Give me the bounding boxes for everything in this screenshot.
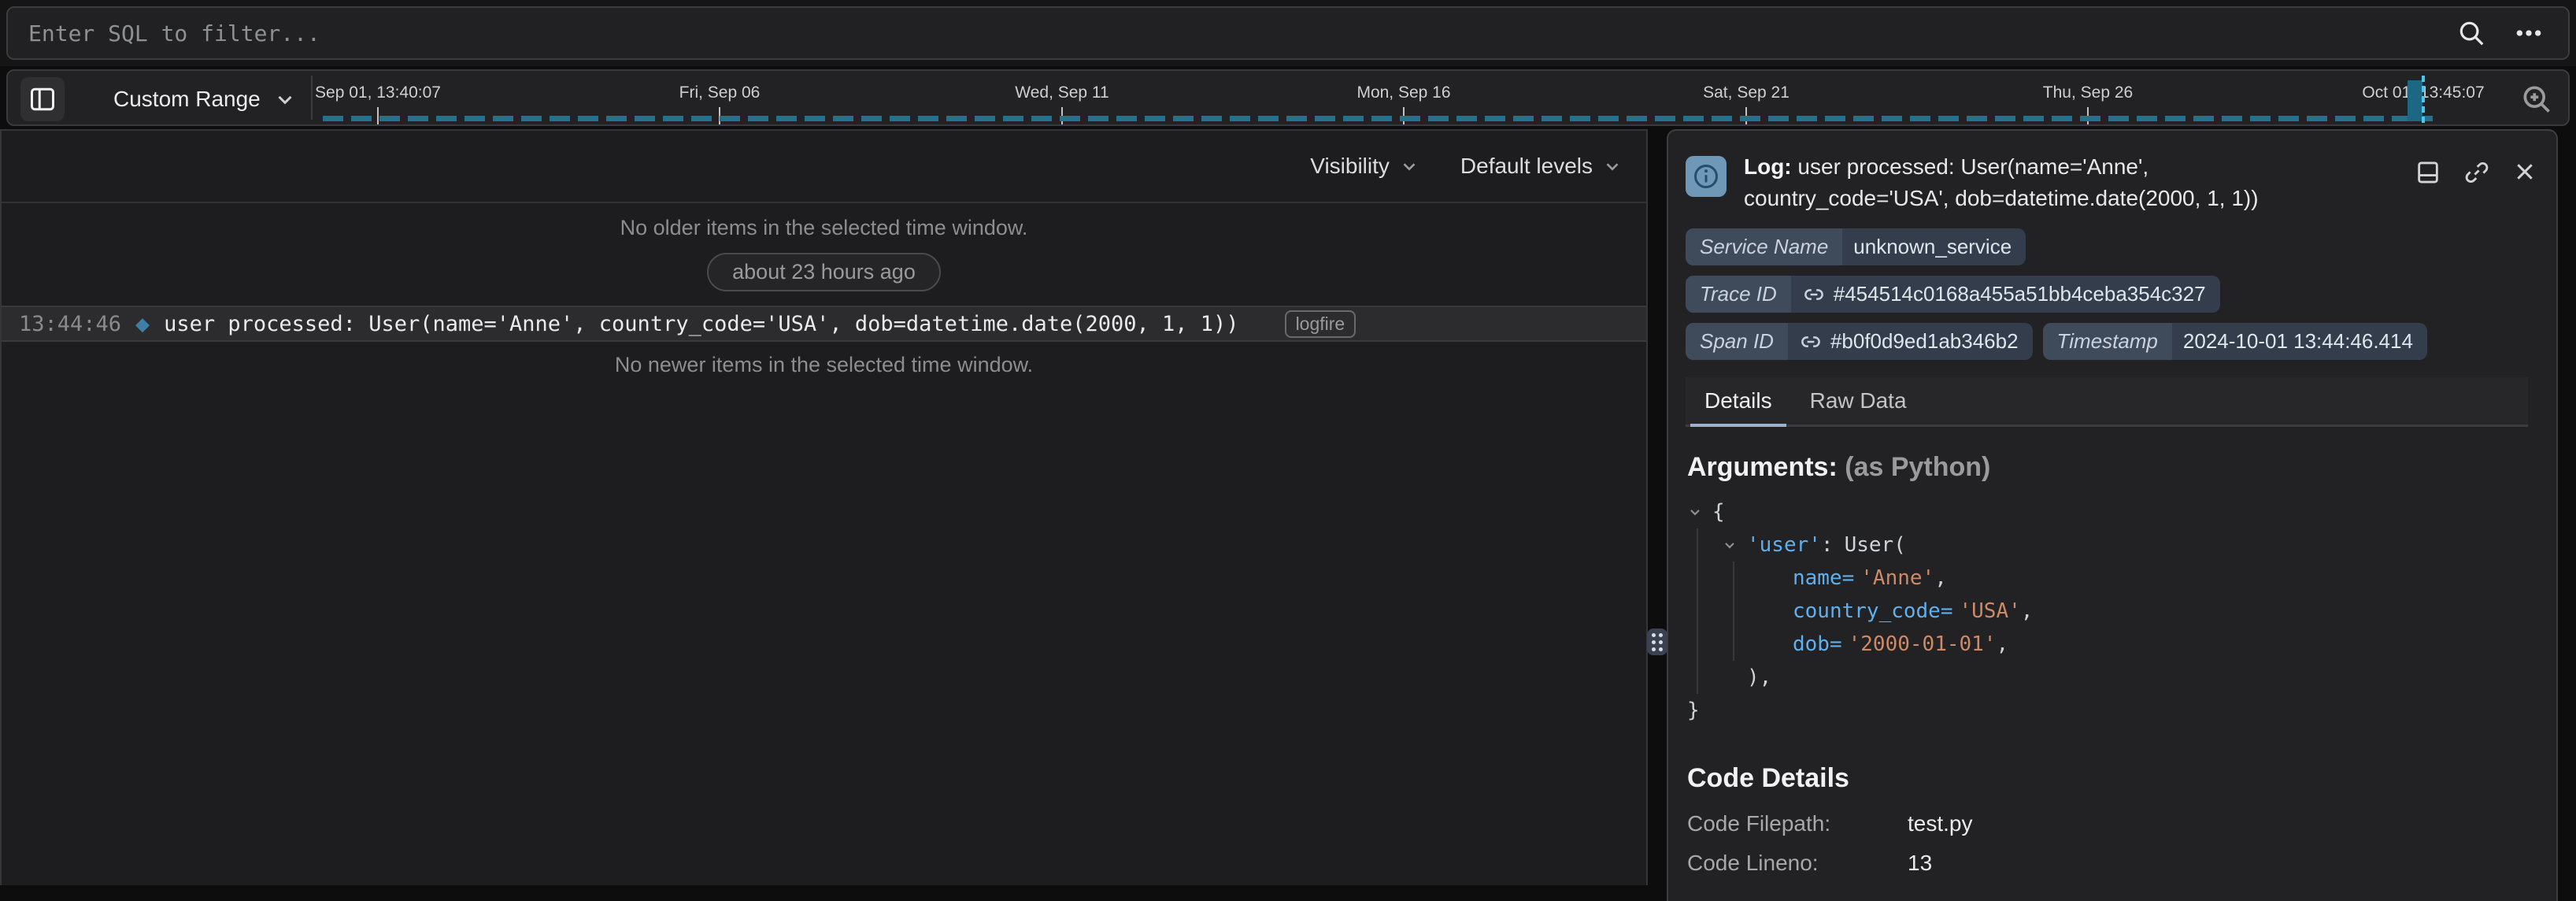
detail-title: Log: user processed: User(name='Anne', c… [1744, 151, 2352, 214]
default-levels-dropdown[interactable]: Default levels [1460, 154, 1623, 179]
chevron-down-icon [1399, 156, 1419, 176]
timeline-label: Wed, Sep 11 [1015, 83, 1108, 102]
code-close-brace: } [1687, 699, 1700, 722]
link-icon [1802, 283, 1826, 306]
sql-filter-placeholder: Enter SQL to filter... [28, 20, 2456, 46]
code-country-key: country_code= [1793, 599, 1953, 623]
code-user-sep: : [1821, 533, 1834, 557]
sidebar-toggle-icon[interactable] [20, 77, 65, 121]
service-name-badge: Service Name unknown_service [1686, 228, 2026, 265]
list-toolbar: Visibility Default levels [2, 131, 1646, 203]
no-older-items-note: No older items in the selected time wind… [2, 216, 1646, 240]
trace-id-badge-label: Trace ID [1686, 276, 1791, 313]
span-id-badge-value: #b0f0d9ed1ab346b2 [1830, 329, 2019, 354]
collapse-caret-icon[interactable] [1722, 537, 1747, 553]
visibility-dropdown[interactable]: Visibility [1310, 154, 1419, 179]
details-panel-layout-icon[interactable] [2415, 159, 2441, 186]
panel-resize-handle[interactable] [1647, 628, 1667, 655]
timeline-label: Mon, Sep 16 [1356, 83, 1450, 102]
trace-id-badge[interactable]: Trace ID #454514c0168a455a51bb4ceba354c3… [1686, 276, 2220, 313]
code-name-key: name= [1793, 566, 1854, 590]
code-lineno-label: Code Lineno: [1687, 851, 1908, 876]
timestamp-badge-value: 2024-10-01 13:44:46.414 [2172, 323, 2427, 360]
log-row-time: 13:44:46 [19, 312, 121, 336]
code-user-key: 'user' [1747, 533, 1821, 557]
close-icon[interactable] [2512, 159, 2537, 184]
collapse-caret-icon[interactable] [1687, 504, 1712, 520]
code-open-brace: { [1712, 500, 1725, 524]
sql-filter-input[interactable]: Enter SQL to filter... [6, 6, 2570, 60]
log-detail-panel: Log: user processed: User(name='Anne', c… [1667, 129, 2558, 901]
timeline-label: Sat, Sep 21 [1703, 83, 1790, 102]
detail-badges: Service Name unknown_service Trace ID #4… [1668, 219, 2556, 360]
detail-header: Log: user processed: User(name='Anne', c… [1668, 131, 2556, 219]
log-row[interactable]: 13:44:46 ◆ user processed: User(name='An… [2, 306, 1646, 342]
code-filepath-value: test.py [1908, 811, 2534, 836]
timeline-selection-marker[interactable] [2422, 76, 2425, 123]
code-country-value: 'USA' [1960, 599, 2021, 623]
code-user-call: User( [1845, 533, 1906, 557]
code-dob-value: '2000-01-01' [1849, 632, 1997, 656]
info-icon [1686, 156, 1727, 197]
timebar-divider [311, 76, 313, 120]
log-list-panel: Visibility Default levels No older items… [0, 129, 1648, 885]
arguments-code-tree: { 'user' : User( name= 'Anne' , [1687, 495, 2534, 727]
trace-id-badge-value: #454514c0168a455a51bb4ceba354c327 [1834, 282, 2206, 306]
time-range-select[interactable]: Custom Range [113, 71, 297, 128]
zoom-in-icon[interactable] [2519, 82, 2554, 117]
visibility-dropdown-label: Visibility [1310, 154, 1390, 179]
tab-raw-data[interactable]: Raw Data [1791, 377, 1926, 425]
chevron-down-icon [1602, 156, 1623, 176]
time-ago-badge: about 23 hours ago [707, 253, 941, 291]
timestamp-badge: Timestamp 2024-10-01 13:44:46.414 [2043, 323, 2427, 360]
code-lineno-value: 13 [1908, 851, 2534, 876]
code-dob-key: dob= [1793, 632, 1842, 656]
search-icon[interactable] [2456, 18, 2486, 48]
code-name-value: 'Anne' [1860, 566, 1934, 590]
timeline-histogram-baseline[interactable] [323, 116, 2433, 121]
chevron-down-icon [273, 87, 297, 111]
no-newer-items-note: No newer items in the selected time wind… [2, 353, 1646, 377]
detail-tabs: Details Raw Data [1686, 377, 2528, 427]
tab-details[interactable]: Details [1686, 377, 1791, 425]
timeline-bar: Custom Range Sep 01, 13:40:07 Fri, Sep 0… [6, 69, 2570, 126]
arguments-heading: Arguments: (as Python) [1687, 452, 2534, 483]
log-row-message: user processed: User(name='Anne', countr… [164, 312, 1238, 336]
top-bar: Enter SQL to filter... [0, 0, 2576, 66]
more-options-icon[interactable] [2513, 17, 2545, 49]
log-level-diamond-icon: ◆ [135, 310, 150, 338]
span-id-badge[interactable]: Span ID #b0f0d9ed1ab346b2 [1686, 323, 2033, 360]
timeline-label: Sep 01, 13:40:07 [315, 83, 441, 102]
default-levels-dropdown-label: Default levels [1460, 154, 1593, 179]
timeline-label: Fri, Sep 06 [679, 83, 761, 102]
timeline-label: Thu, Sep 26 [2043, 83, 2133, 102]
log-row-tag: logfire [1285, 310, 1356, 338]
detail-title-prefix: Log: [1744, 154, 1792, 179]
service-name-badge-value: unknown_service [1842, 228, 2026, 265]
detail-title-text: user processed: User(name='Anne', countr… [1744, 154, 2259, 210]
code-close-paren: ), [1747, 666, 1771, 689]
service-name-badge-label: Service Name [1686, 228, 1842, 265]
time-range-label: Custom Range [113, 87, 261, 112]
code-filepath-label: Code Filepath: [1687, 811, 1908, 836]
span-id-badge-label: Span ID [1686, 323, 1788, 360]
copy-link-icon[interactable] [2463, 159, 2490, 186]
link-icon [1799, 330, 1823, 354]
timestamp-badge-label: Timestamp [2043, 323, 2172, 360]
code-details-heading: Code Details [1687, 763, 2534, 794]
timeline-histogram-bar[interactable] [2408, 80, 2422, 121]
